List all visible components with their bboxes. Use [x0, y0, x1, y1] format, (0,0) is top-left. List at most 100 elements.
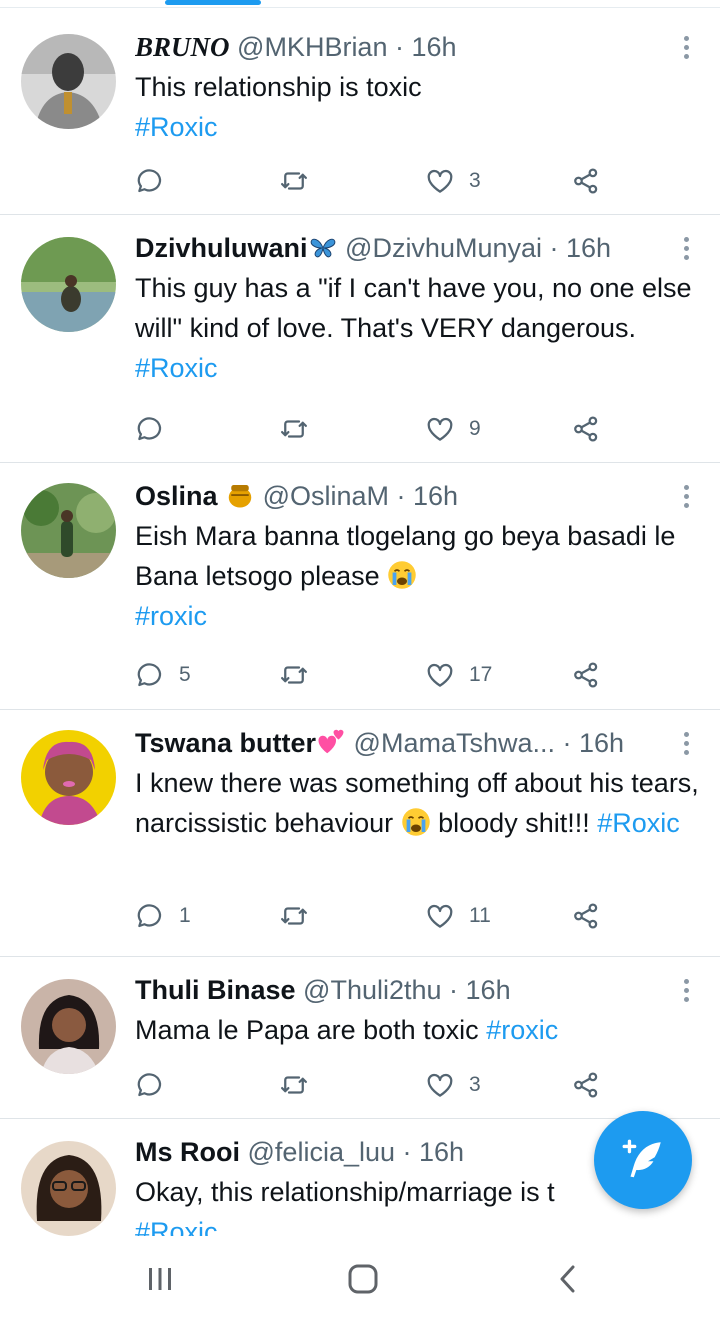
like-button[interactable]: 3	[425, 1065, 481, 1105]
retweet-icon	[281, 1076, 307, 1094]
reply-icon	[137, 169, 162, 193]
reply-button[interactable]: 1	[135, 896, 191, 936]
reply-button[interactable]	[135, 409, 165, 449]
user-handle[interactable]: @OslinaM	[263, 481, 389, 511]
tweet[interactable]: Oslina @OslinaM · 16h Eish Mara banna tl…	[0, 463, 720, 710]
like-button[interactable]: 9	[425, 409, 481, 449]
recent-apps-icon	[149, 1268, 171, 1290]
timestamp[interactable]: 16h	[413, 481, 458, 511]
recent-apps-button[interactable]	[140, 1262, 180, 1296]
avatar[interactable]	[21, 1141, 116, 1236]
separator-dot: ·	[555, 728, 580, 758]
like-button[interactable]: 3	[425, 161, 481, 201]
share-icon	[574, 1072, 598, 1098]
retweet-button[interactable]	[279, 896, 309, 936]
reply-button[interactable]: 5	[135, 655, 191, 695]
crying-face-emoji-icon	[401, 808, 430, 836]
divider	[0, 7, 720, 8]
more-vertical-icon[interactable]	[682, 36, 690, 60]
like-button[interactable]: 17	[425, 655, 492, 695]
separator-dot: ·	[441, 975, 466, 1005]
tweet-text: This guy has a "if I can't have you, no …	[135, 268, 700, 388]
reply-icon	[137, 904, 162, 928]
more-vertical-icon[interactable]	[682, 732, 690, 756]
retweet-icon	[281, 172, 307, 190]
home-button[interactable]	[343, 1262, 383, 1296]
retweet-button[interactable]	[279, 655, 309, 695]
timestamp[interactable]: 16h	[566, 233, 611, 263]
system-navigation-bar	[0, 1236, 720, 1321]
hashtag-link[interactable]: #roxic	[135, 601, 207, 631]
reply-button[interactable]	[135, 161, 165, 201]
display-name[interactable]: BRUNO	[135, 32, 230, 62]
tweet-header: Oslina @OslinaM · 16h	[135, 478, 700, 514]
separator-dot: ·	[387, 32, 412, 62]
tweet-feed[interactable]: BRUNO @MKHBrian · 16h This relationship …	[0, 14, 720, 1236]
tweet[interactable]: Tswana butter @MamaTshwa... · 16h I knew…	[0, 710, 720, 957]
more-vertical-icon[interactable]	[682, 485, 690, 509]
share-button[interactable]	[571, 655, 601, 695]
avatar[interactable]	[21, 483, 116, 578]
display-name[interactable]: Dzivhuluwani	[135, 233, 308, 263]
heart-icon	[427, 663, 453, 687]
share-icon	[574, 662, 598, 688]
tab-indicator	[165, 0, 261, 5]
share-button[interactable]	[571, 1065, 601, 1105]
more-vertical-icon[interactable]	[682, 237, 690, 261]
tweet[interactable]: Thuli Binase @Thuli2thu · 16h Mama le Pa…	[0, 957, 720, 1119]
user-handle[interactable]: @Thuli2thu	[303, 975, 441, 1005]
timestamp[interactable]: 16h	[466, 975, 511, 1005]
reply-icon	[137, 417, 162, 441]
like-count: 3	[469, 1073, 481, 1096]
hashtag-link[interactable]: #Roxic	[135, 112, 218, 142]
hashtag-link[interactable]: #Roxic	[135, 353, 218, 383]
user-handle[interactable]: @MamaTshwa...	[354, 728, 555, 758]
timestamp[interactable]: 16h	[411, 32, 456, 62]
user-handle[interactable]: @felicia_luu	[248, 1137, 396, 1167]
share-button[interactable]	[571, 161, 601, 201]
tweet-text: Eish Mara banna tlogelang go beya basadi…	[135, 516, 700, 636]
retweet-button[interactable]	[279, 161, 309, 201]
hashtag-link[interactable]: #Roxic	[597, 808, 680, 838]
timestamp[interactable]: 16h	[419, 1137, 464, 1167]
tweet-actions: 5 17	[135, 655, 615, 695]
share-icon	[574, 903, 598, 929]
retweet-button[interactable]	[279, 409, 309, 449]
display-name[interactable]: Ms Rooi	[135, 1137, 240, 1167]
avatar[interactable]	[21, 979, 116, 1074]
timestamp[interactable]: 16h	[579, 728, 624, 758]
avatar[interactable]	[21, 34, 116, 129]
back-button[interactable]	[548, 1262, 588, 1296]
tweet[interactable]: BRUNO @MKHBrian · 16h This relationship …	[0, 14, 720, 215]
tweet-text: I knew there was something off about his…	[135, 763, 700, 843]
compose-tweet-button[interactable]	[594, 1111, 692, 1209]
retweet-button[interactable]	[279, 1065, 309, 1105]
share-button[interactable]	[571, 896, 601, 936]
tweet-header: Thuli Binase @Thuli2thu · 16h	[135, 972, 700, 1008]
display-name[interactable]: Oslina	[135, 481, 218, 511]
share-button[interactable]	[571, 409, 601, 449]
tweet-text-content: This relationship is toxic	[135, 72, 422, 102]
user-handle[interactable]: @DzivhuMunyai	[345, 233, 542, 263]
user-handle[interactable]: @MKHBrian	[237, 32, 387, 62]
tweet-text: This relationship is toxic #Roxic	[135, 67, 700, 147]
avatar[interactable]	[21, 730, 116, 825]
separator-dot: ·	[395, 1137, 420, 1167]
display-name[interactable]: Thuli Binase	[135, 975, 296, 1005]
hashtag-link[interactable]: #roxic	[486, 1015, 558, 1045]
more-vertical-icon[interactable]	[682, 979, 690, 1003]
avatar[interactable]	[21, 237, 116, 332]
like-count: 9	[469, 417, 481, 440]
display-name[interactable]: Tswana butter	[135, 728, 316, 758]
crying-face-emoji-icon	[388, 561, 416, 589]
tweet-header: Dzivhuluwani @DzivhuMunyai · 16h	[135, 230, 700, 266]
reply-icon	[137, 1073, 162, 1097]
reply-button[interactable]	[135, 1065, 165, 1105]
tweet-actions: 9	[135, 409, 615, 449]
hashtag-link[interactable]: #Roxic	[135, 1217, 218, 1236]
tweet[interactable]: Dzivhuluwani @DzivhuMunyai · 16h This gu…	[0, 215, 720, 463]
butterfly-emoji-icon	[310, 238, 335, 258]
home-icon	[348, 1264, 378, 1294]
retweet-icon	[281, 666, 307, 684]
like-button[interactable]: 11	[425, 896, 491, 936]
